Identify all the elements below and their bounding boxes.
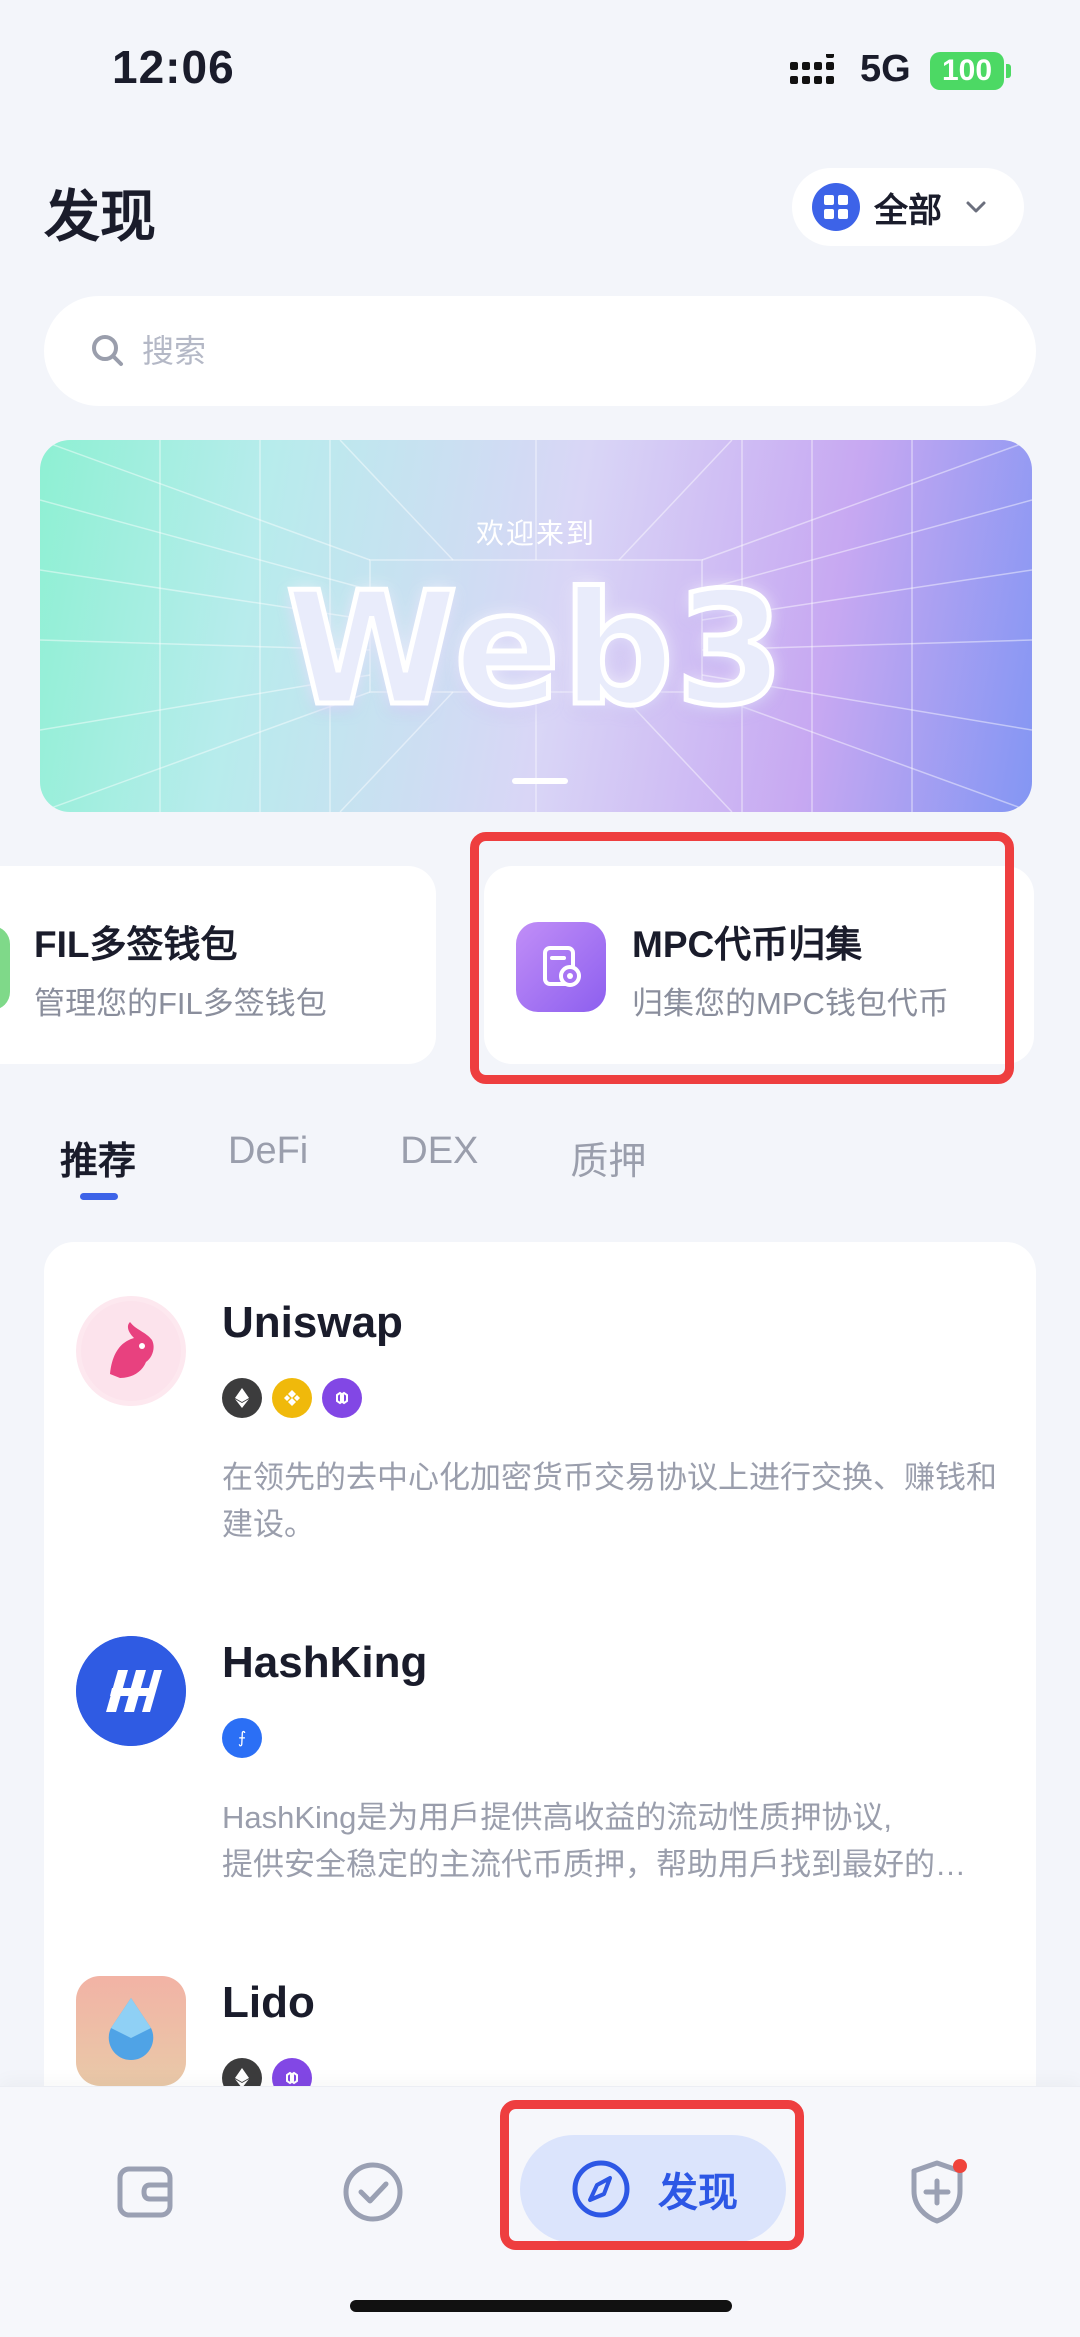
wallet-icon — [117, 2166, 173, 2218]
dapp-item-hashking[interactable]: HashKing ⨍ HashKing是为用戶提供高收益的流动性质押协议, 提供… — [44, 1582, 1036, 1922]
signal-icon — [790, 54, 834, 84]
nav-transactions[interactable] — [338, 2157, 408, 2227]
nav-wallet[interactable] — [110, 2157, 180, 2227]
dapp-desc: 在领先的去中心化加密货币交易协议上进行交换、赚钱和建设。 — [222, 1460, 997, 1542]
banner-subtitle: 欢迎来到 — [475, 518, 596, 549]
ethereum-icon — [222, 1378, 262, 1418]
dapp-desc-line2: 提供安全稳定的主流代币质押，帮助用戶找到最好的收益方案。 — [222, 1847, 992, 1882]
chain-badges — [222, 1378, 362, 1418]
tab-active-indicator — [80, 1193, 118, 1200]
dapp-desc: HashKing是为用戶提供高收益的流动性质押协议, 提供安全稳定的主流代币质押… — [222, 1794, 1022, 1888]
dapp-desc-line1: HashKing是为用戶提供高收益的流动性质押协议, — [222, 1800, 893, 1835]
bnb-chain-icon — [272, 1378, 312, 1418]
grid-icon — [812, 183, 860, 231]
search-input[interactable] — [142, 332, 942, 370]
category-filter-button[interactable]: 全部 — [792, 168, 1024, 246]
promo-banner[interactable]: 欢迎来到 Web3 — [40, 440, 1032, 812]
status-time: 12:06 — [112, 41, 235, 93]
search-bar[interactable] — [44, 296, 1036, 406]
polygon-icon — [322, 1378, 362, 1418]
battery-cap — [1006, 64, 1011, 78]
hashking-logo-icon — [76, 1636, 186, 1746]
nav-security[interactable] — [902, 2157, 972, 2227]
dapp-item-uniswap[interactable]: Uniswap 在领先的去中心化加密货币交易协议上进行交换、赚钱和建设。 — [44, 1242, 1036, 1582]
lido-logo-icon — [76, 1976, 186, 2086]
status-bar: 12:06 5G 100 — [0, 0, 1080, 140]
feature-card-mpc-collect[interactable]: MPC代币归集 归集您的MPC钱包代币 — [484, 866, 1034, 1064]
chain-badges: ⨍ — [222, 1718, 262, 1758]
category-filter-label: 全部 — [874, 191, 942, 230]
banner-title: Web3 — [283, 556, 787, 743]
battery-level: 100 — [941, 54, 993, 87]
tab-label: DEX — [400, 1130, 479, 1172]
home-indicator — [350, 2300, 732, 2312]
shield-plus-icon — [911, 2159, 967, 2224]
compass-icon — [572, 2160, 630, 2218]
nav-discover[interactable]: 发现 — [520, 2135, 786, 2243]
category-tabs: 推荐 DeFi DEX 质押 — [60, 1130, 738, 1200]
mpc-collect-icon — [516, 922, 606, 1012]
network-type: 5G — [860, 48, 911, 90]
tab-label: DeFi — [228, 1130, 309, 1172]
uniswap-logo-icon — [76, 1296, 186, 1406]
dapp-name: Uniswap — [222, 1298, 403, 1347]
feature-card-fil-multisig[interactable]: FIL多签钱包 管理您的FIL多签钱包 — [0, 866, 436, 1064]
svg-text:⨍: ⨍ — [238, 1728, 246, 1747]
search-icon — [92, 335, 123, 366]
feature-title: FIL多签钱包 — [34, 924, 238, 965]
fil-wallet-icon — [0, 926, 10, 1010]
feature-desc: 归集您的MPC钱包代币 — [632, 986, 949, 1021]
dapp-name: HashKing — [222, 1638, 428, 1687]
tab-label: 推荐 — [60, 1141, 137, 1183]
dapp-list: Uniswap 在领先的去中心化加密货币交易协议上进行交换、赚钱和建设。 Has… — [44, 1242, 1036, 2142]
tab-label: 质押 — [570, 1141, 647, 1183]
dapp-name: Lido — [222, 1978, 315, 2027]
feature-title: MPC代币归集 — [632, 924, 863, 965]
filecoin-fvm-icon: ⨍ — [222, 1718, 262, 1758]
tab-defi[interactable]: DeFi — [228, 1130, 308, 1185]
page-title: 发现 — [44, 185, 156, 248]
tab-staking[interactable]: 质押 — [570, 1130, 646, 1185]
battery-icon: 100 — [930, 52, 1004, 90]
feature-desc: 管理您的FIL多签钱包 — [34, 986, 327, 1021]
banner-page-indicator — [512, 778, 568, 784]
nav-discover-label: 发现 — [658, 2171, 738, 2215]
tab-recommended[interactable]: 推荐 — [60, 1130, 137, 1200]
tab-dex[interactable]: DEX — [400, 1130, 478, 1185]
chevron-down-icon — [966, 201, 986, 213]
check-circle-icon — [343, 2162, 403, 2222]
